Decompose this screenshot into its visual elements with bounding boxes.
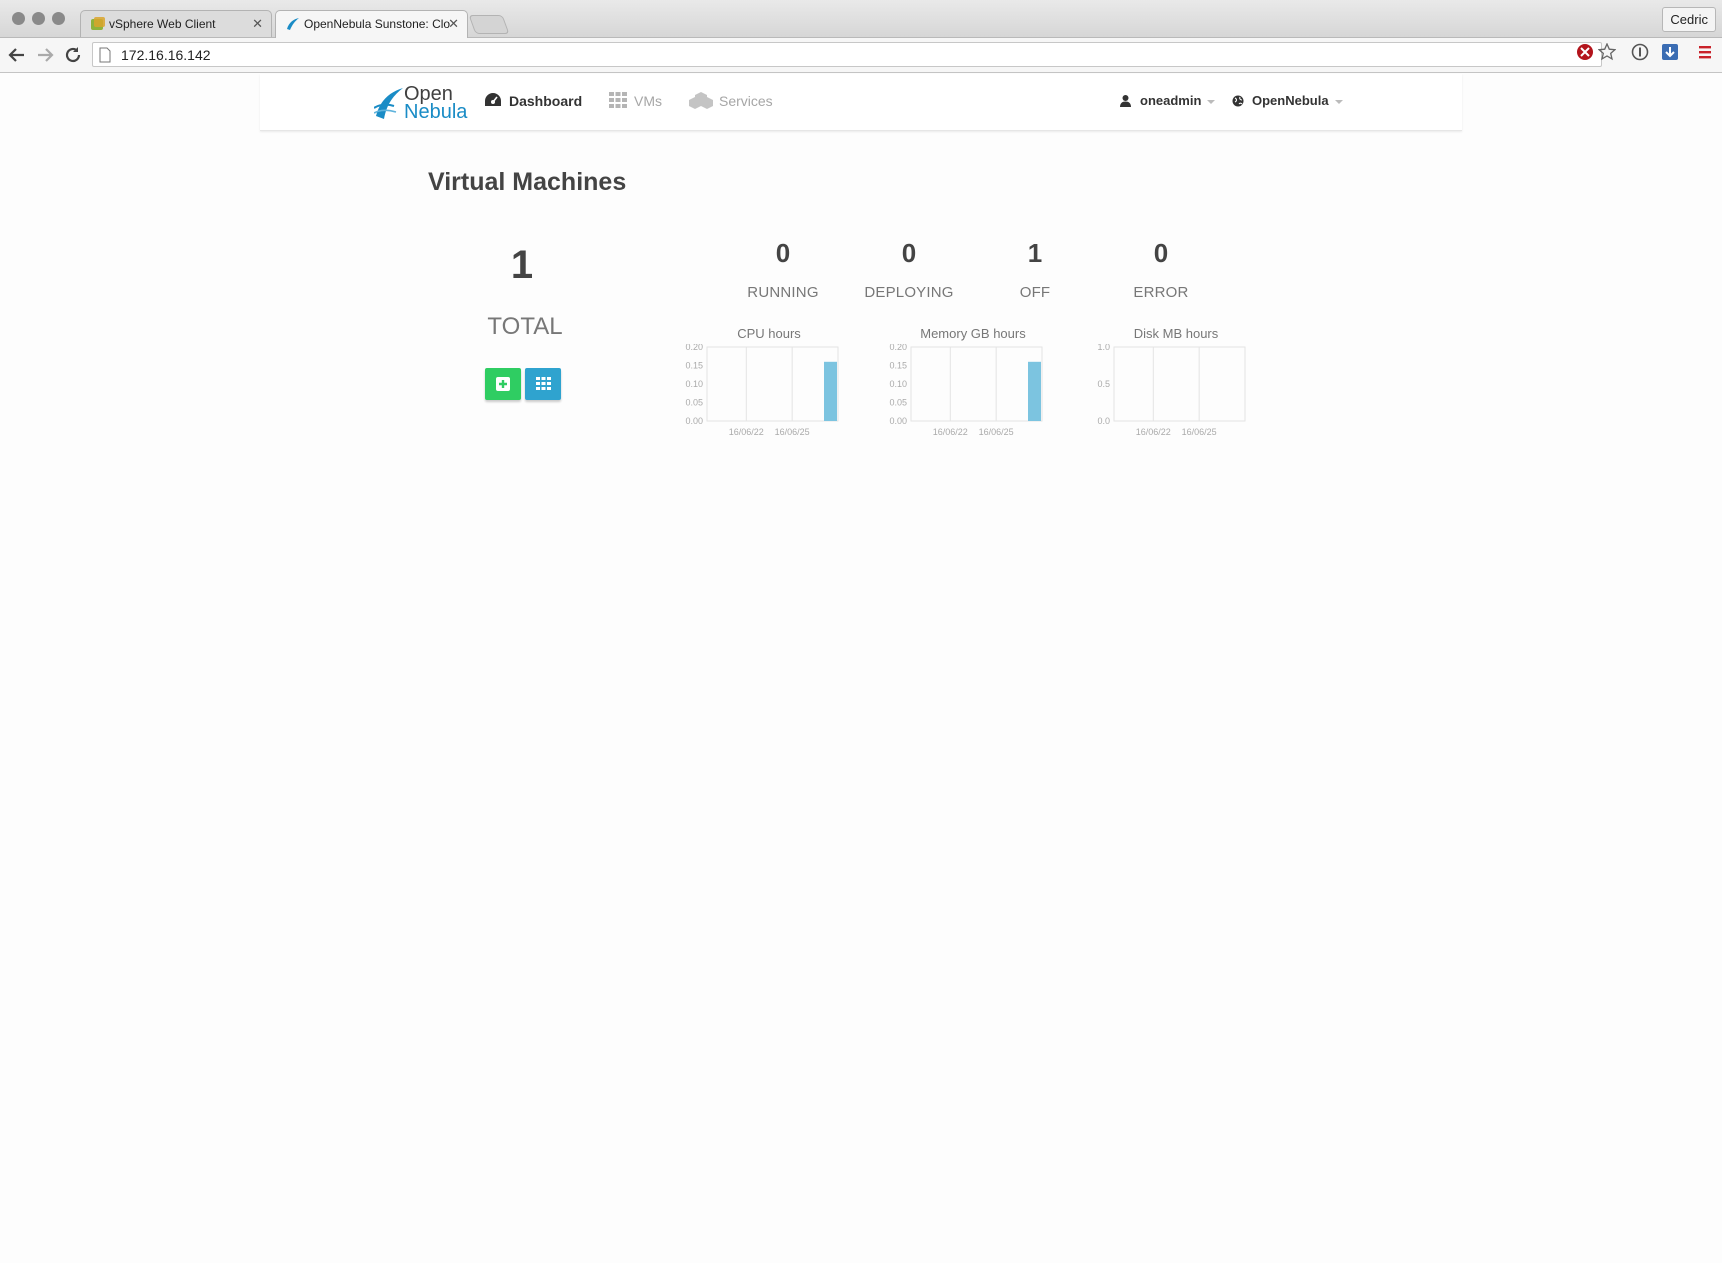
opennebula-favicon-icon bbox=[287, 18, 299, 30]
chart-bar bbox=[1028, 361, 1041, 421]
nav-label: Dashboard bbox=[509, 93, 583, 109]
nav-dashboard[interactable]: Dashboard bbox=[484, 89, 582, 113]
close-tab-icon[interactable]: ✕ bbox=[252, 11, 263, 37]
grid-icon bbox=[609, 92, 627, 108]
close-window-button[interactable] bbox=[12, 12, 25, 25]
user-menu[interactable]: oneadmin bbox=[1120, 89, 1216, 113]
opennebula-logo[interactable]: Open Nebula bbox=[374, 82, 474, 123]
x-tick-label: 16/06/25 bbox=[1182, 427, 1217, 437]
user-icon bbox=[1120, 95, 1131, 107]
vsphere-favicon-icon bbox=[91, 17, 105, 30]
tab-title: vSphere Web Client bbox=[109, 17, 216, 31]
y-tick-label: 0.00 bbox=[685, 416, 703, 426]
y-tick-label: 0.05 bbox=[685, 398, 703, 408]
dashboard-icon bbox=[485, 93, 501, 106]
adblock-icon[interactable] bbox=[1576, 43, 1594, 61]
chart-title: Disk MB hours bbox=[1133, 326, 1219, 341]
cpu-hours-chart: CPU hours 0.20 0.15 0.10 0.05 0.00 16/06/22 16… bbox=[680, 326, 858, 446]
browser-tab-strip: vSphere Web Client ✕ OpenNebula Sunstone… bbox=[0, 0, 1722, 38]
x-tick-label: 16/06/25 bbox=[775, 427, 810, 437]
bookmark-star-icon[interactable] bbox=[1598, 43, 1616, 61]
x-tick-label: 16/06/22 bbox=[729, 427, 764, 437]
page-icon bbox=[99, 47, 111, 63]
y-tick-label: 1.0 bbox=[1097, 344, 1110, 352]
x-tick-label: 16/06/22 bbox=[1136, 427, 1171, 437]
chart-title: Memory GB hours bbox=[920, 326, 1026, 341]
maximize-window-button[interactable] bbox=[52, 12, 65, 25]
address-bar[interactable]: 172.16.16.142 bbox=[92, 42, 1602, 67]
nav-label: VMs bbox=[634, 93, 662, 109]
reload-icon[interactable] bbox=[61, 43, 85, 67]
disk-mb-hours-chart: Disk MB hours 1.0 0.5 0.0 16/06/22 16/06/25 bbox=[1087, 326, 1265, 446]
y-tick-label: 0.20 bbox=[889, 344, 907, 352]
chart-plot: 0.20 0.15 0.10 0.05 0.00 16/06/22 16/06/25 bbox=[685, 344, 839, 437]
y-tick-label: 0.5 bbox=[1097, 379, 1110, 389]
zone-menu[interactable]: OpenNebula bbox=[1232, 89, 1343, 113]
deploying-count: 0 bbox=[901, 238, 917, 268]
y-tick-label: 0.0 bbox=[1097, 416, 1110, 426]
chart-title: CPU hours bbox=[737, 326, 801, 341]
forward-arrow-icon[interactable] bbox=[33, 43, 57, 67]
plus-square-icon bbox=[496, 377, 510, 391]
y-tick-label: 0.15 bbox=[889, 361, 907, 371]
chart-plot: 1.0 0.5 0.0 16/06/22 16/06/25 bbox=[1097, 344, 1246, 437]
browser-tab-vsphere[interactable]: vSphere Web Client ✕ bbox=[80, 10, 272, 37]
nav-services[interactable]: Services bbox=[689, 89, 773, 113]
chart-plot: 0.20 0.15 0.10 0.05 0.00 16/06/22 16/06/25 bbox=[889, 344, 1043, 437]
memory-gb-hours-chart: Memory GB hours 0.20 0.15 0.10 0.05 0.00 16/0… bbox=[884, 326, 1062, 446]
nav-vms[interactable]: VMs bbox=[609, 89, 662, 113]
chevron-down-icon bbox=[1334, 99, 1343, 104]
logo-text-nebula: Nebula bbox=[404, 101, 468, 123]
download-extension-icon[interactable] bbox=[1661, 43, 1679, 61]
browser-tab-opennebula[interactable]: OpenNebula Sunstone: Clo ✕ bbox=[275, 10, 468, 38]
deploying-label: DEPLOYING bbox=[864, 284, 954, 301]
cubes-icon bbox=[689, 92, 713, 109]
off-label: OFF bbox=[1019, 284, 1051, 301]
list-vms-button[interactable] bbox=[525, 368, 561, 400]
plot-frame bbox=[706, 346, 839, 422]
back-arrow-icon[interactable] bbox=[5, 43, 29, 67]
url-text: 172.16.16.142 bbox=[121, 47, 211, 63]
error-count: 0 bbox=[1153, 238, 1169, 268]
menu-icon[interactable] bbox=[1696, 43, 1714, 61]
y-tick-label: 0.10 bbox=[685, 379, 703, 389]
tab-title: OpenNebula Sunstone: Clo bbox=[304, 17, 451, 31]
globe-icon bbox=[1232, 95, 1244, 107]
x-tick-label: 16/06/25 bbox=[979, 427, 1014, 437]
y-tick-label: 0.10 bbox=[889, 379, 907, 389]
browser-toolbar: 172.16.16.142 bbox=[0, 38, 1722, 73]
profile-button[interactable]: Cedric bbox=[1662, 7, 1716, 32]
total-vms-label: TOTAL bbox=[487, 313, 563, 340]
create-vm-button[interactable] bbox=[485, 368, 521, 400]
new-tab-button[interactable] bbox=[468, 15, 510, 34]
chevron-down-icon bbox=[1207, 99, 1216, 104]
plot-frame bbox=[1113, 346, 1246, 422]
close-tab-icon[interactable]: ✕ bbox=[448, 11, 459, 37]
x-tick-label: 16/06/22 bbox=[933, 427, 968, 437]
user-name: oneadmin bbox=[1140, 93, 1202, 108]
nav-label: Services bbox=[719, 93, 773, 109]
error-label: ERROR bbox=[1133, 284, 1189, 301]
plot-frame bbox=[910, 346, 1043, 422]
minimize-window-button[interactable] bbox=[32, 12, 45, 25]
running-label: RUNNING bbox=[747, 284, 819, 301]
running-count: 0 bbox=[775, 238, 791, 268]
off-count: 1 bbox=[1027, 238, 1043, 268]
zone-name: OpenNebula bbox=[1252, 93, 1329, 108]
y-tick-label: 0.20 bbox=[685, 344, 703, 352]
app-header: Open Nebula Dashboard VMs Services onead… bbox=[260, 74, 1462, 131]
nebula-swirl-icon bbox=[374, 88, 403, 119]
chart-bar bbox=[824, 361, 837, 421]
total-vms-count: 1 bbox=[510, 243, 534, 287]
y-tick-label: 0.15 bbox=[685, 361, 703, 371]
password-manager-icon[interactable] bbox=[1631, 43, 1649, 61]
page-title: Virtual Machines bbox=[428, 168, 627, 196]
y-tick-label: 0.00 bbox=[889, 416, 907, 426]
grid-icon bbox=[536, 377, 551, 390]
y-tick-label: 0.05 bbox=[889, 398, 907, 408]
